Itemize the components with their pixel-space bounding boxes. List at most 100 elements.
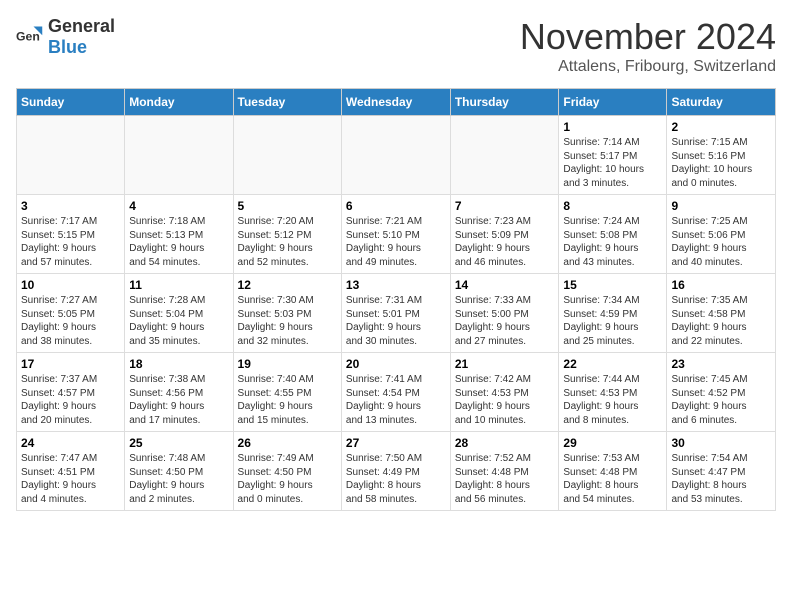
calendar-week-1: 3 Sunrise: 7:17 AM Sunset: 5:15 PM Daylig… <box>17 195 776 274</box>
day-number: 16 <box>671 278 771 292</box>
day-number: 1 <box>563 120 662 134</box>
day-number: 3 <box>21 199 120 213</box>
calendar-cell: 9 Sunrise: 7:25 AM Sunset: 5:06 PM Daylig… <box>667 195 776 274</box>
day-info: Sunrise: 7:27 AM Sunset: 5:05 PM Dayligh… <box>21 294 120 348</box>
calendar-cell: 29 Sunrise: 7:53 AM Sunset: 4:48 PM Dayli… <box>559 432 667 511</box>
day-number: 11 <box>129 278 228 292</box>
day-number: 26 <box>238 436 337 450</box>
day-number: 19 <box>238 357 337 371</box>
day-number: 10 <box>21 278 120 292</box>
day-number: 12 <box>238 278 337 292</box>
day-number: 5 <box>238 199 337 213</box>
location-subtitle: Attalens, Fribourg, Switzerland <box>520 58 776 76</box>
logo-blue-text: Blue <box>48 37 87 57</box>
day-info: Sunrise: 7:33 AM Sunset: 5:00 PM Dayligh… <box>455 294 555 348</box>
day-number: 14 <box>455 278 555 292</box>
day-number: 23 <box>671 357 771 371</box>
calendar-cell: 6 Sunrise: 7:21 AM Sunset: 5:10 PM Daylig… <box>341 195 450 274</box>
calendar-cell: 8 Sunrise: 7:24 AM Sunset: 5:08 PM Daylig… <box>559 195 667 274</box>
day-number: 8 <box>563 199 662 213</box>
day-info: Sunrise: 7:37 AM Sunset: 4:57 PM Dayligh… <box>21 373 120 427</box>
weekday-header-friday: Friday <box>559 89 667 116</box>
day-info: Sunrise: 7:31 AM Sunset: 5:01 PM Dayligh… <box>346 294 446 348</box>
calendar-week-2: 10 Sunrise: 7:27 AM Sunset: 5:05 PM Dayli… <box>17 274 776 353</box>
day-info: Sunrise: 7:24 AM Sunset: 5:08 PM Dayligh… <box>563 215 662 269</box>
day-info: Sunrise: 7:54 AM Sunset: 4:47 PM Dayligh… <box>671 452 771 506</box>
day-info: Sunrise: 7:25 AM Sunset: 5:06 PM Dayligh… <box>671 215 771 269</box>
calendar-cell: 14 Sunrise: 7:33 AM Sunset: 5:00 PM Dayli… <box>450 274 559 353</box>
calendar-cell <box>125 116 233 195</box>
logo: Gen General Blue <box>16 16 115 58</box>
calendar-cell: 28 Sunrise: 7:52 AM Sunset: 4:48 PM Dayli… <box>450 432 559 511</box>
calendar-cell <box>17 116 125 195</box>
day-info: Sunrise: 7:50 AM Sunset: 4:49 PM Dayligh… <box>346 452 446 506</box>
day-number: 9 <box>671 199 771 213</box>
day-info: Sunrise: 7:52 AM Sunset: 4:48 PM Dayligh… <box>455 452 555 506</box>
calendar-table: SundayMondayTuesdayWednesdayThursdayFrid… <box>16 88 776 511</box>
day-info: Sunrise: 7:35 AM Sunset: 4:58 PM Dayligh… <box>671 294 771 348</box>
day-info: Sunrise: 7:48 AM Sunset: 4:50 PM Dayligh… <box>129 452 228 506</box>
calendar-cell: 3 Sunrise: 7:17 AM Sunset: 5:15 PM Daylig… <box>17 195 125 274</box>
calendar-cell: 24Sunrise: 7:47 AM Sunset: 4:51 PM Dayli… <box>17 432 125 511</box>
calendar-cell: 5 Sunrise: 7:20 AM Sunset: 5:12 PM Daylig… <box>233 195 341 274</box>
day-info: Sunrise: 7:30 AM Sunset: 5:03 PM Dayligh… <box>238 294 337 348</box>
calendar-cell: 22Sunrise: 7:44 AM Sunset: 4:53 PM Dayli… <box>559 353 667 432</box>
day-info: Sunrise: 7:14 AM Sunset: 5:17 PM Dayligh… <box>563 136 662 190</box>
day-info: Sunrise: 7:38 AM Sunset: 4:56 PM Dayligh… <box>129 373 228 427</box>
day-info: Sunrise: 7:21 AM Sunset: 5:10 PM Dayligh… <box>346 215 446 269</box>
day-number: 20 <box>346 357 446 371</box>
calendar-cell <box>233 116 341 195</box>
calendar-cell: 12 Sunrise: 7:30 AM Sunset: 5:03 PM Dayli… <box>233 274 341 353</box>
calendar-cell: 19Sunrise: 7:40 AM Sunset: 4:55 PM Dayli… <box>233 353 341 432</box>
calendar-cell: 4Sunrise: 7:18 AM Sunset: 5:13 PM Daylig… <box>125 195 233 274</box>
calendar-cell: 26 Sunrise: 7:49 AM Sunset: 4:50 PM Dayli… <box>233 432 341 511</box>
day-number: 22 <box>563 357 662 371</box>
day-number: 30 <box>671 436 771 450</box>
logo-general-text: General <box>48 16 115 36</box>
calendar-cell <box>450 116 559 195</box>
month-title: November 2024 <box>520 16 776 58</box>
calendar-cell: 2 Sunrise: 7:15 AM Sunset: 5:16 PM Daylig… <box>667 116 776 195</box>
calendar-cell: 13 Sunrise: 7:31 AM Sunset: 5:01 PM Dayli… <box>341 274 450 353</box>
day-number: 6 <box>346 199 446 213</box>
day-info: Sunrise: 7:17 AM Sunset: 5:15 PM Dayligh… <box>21 215 120 269</box>
title-area: November 2024 Attalens, Fribourg, Switze… <box>520 16 776 76</box>
calendar-cell: 16 Sunrise: 7:35 AM Sunset: 4:58 PM Dayli… <box>667 274 776 353</box>
day-info: Sunrise: 7:15 AM Sunset: 5:16 PM Dayligh… <box>671 136 771 190</box>
day-info: Sunrise: 7:53 AM Sunset: 4:48 PM Dayligh… <box>563 452 662 506</box>
weekday-header-monday: Monday <box>125 89 233 116</box>
weekday-header-tuesday: Tuesday <box>233 89 341 116</box>
calendar-cell: 7Sunrise: 7:23 AM Sunset: 5:09 PM Daylig… <box>450 195 559 274</box>
day-number: 15 <box>563 278 662 292</box>
calendar-cell: 23 Sunrise: 7:45 AM Sunset: 4:52 PM Dayli… <box>667 353 776 432</box>
calendar-week-4: 24Sunrise: 7:47 AM Sunset: 4:51 PM Dayli… <box>17 432 776 511</box>
calendar-cell: 21 Sunrise: 7:42 AM Sunset: 4:53 PM Dayli… <box>450 353 559 432</box>
day-info: Sunrise: 7:20 AM Sunset: 5:12 PM Dayligh… <box>238 215 337 269</box>
calendar-cell: 18Sunrise: 7:38 AM Sunset: 4:56 PM Dayli… <box>125 353 233 432</box>
calendar-cell: 1 Sunrise: 7:14 AM Sunset: 5:17 PM Daylig… <box>559 116 667 195</box>
day-info: Sunrise: 7:18 AM Sunset: 5:13 PM Dayligh… <box>129 215 228 269</box>
calendar-cell <box>341 116 450 195</box>
weekday-header-thursday: Thursday <box>450 89 559 116</box>
calendar-cell: 17 Sunrise: 7:37 AM Sunset: 4:57 PM Dayli… <box>17 353 125 432</box>
day-number: 7 <box>455 199 555 213</box>
day-number: 24 <box>21 436 120 450</box>
weekday-header-sunday: Sunday <box>17 89 125 116</box>
day-info: Sunrise: 7:34 AM Sunset: 4:59 PM Dayligh… <box>563 294 662 348</box>
calendar-cell: 27 Sunrise: 7:50 AM Sunset: 4:49 PM Dayli… <box>341 432 450 511</box>
day-number: 29 <box>563 436 662 450</box>
calendar-cell: 10 Sunrise: 7:27 AM Sunset: 5:05 PM Dayli… <box>17 274 125 353</box>
day-info: Sunrise: 7:42 AM Sunset: 4:53 PM Dayligh… <box>455 373 555 427</box>
weekday-header-wednesday: Wednesday <box>341 89 450 116</box>
day-info: Sunrise: 7:49 AM Sunset: 4:50 PM Dayligh… <box>238 452 337 506</box>
day-number: 2 <box>671 120 771 134</box>
svg-text:Gen: Gen <box>16 30 40 44</box>
calendar-week-3: 17 Sunrise: 7:37 AM Sunset: 4:57 PM Dayli… <box>17 353 776 432</box>
day-number: 28 <box>455 436 555 450</box>
day-number: 13 <box>346 278 446 292</box>
day-number: 27 <box>346 436 446 450</box>
day-info: Sunrise: 7:45 AM Sunset: 4:52 PM Dayligh… <box>671 373 771 427</box>
day-number: 21 <box>455 357 555 371</box>
day-number: 17 <box>21 357 120 371</box>
logo-icon: Gen <box>16 23 44 51</box>
